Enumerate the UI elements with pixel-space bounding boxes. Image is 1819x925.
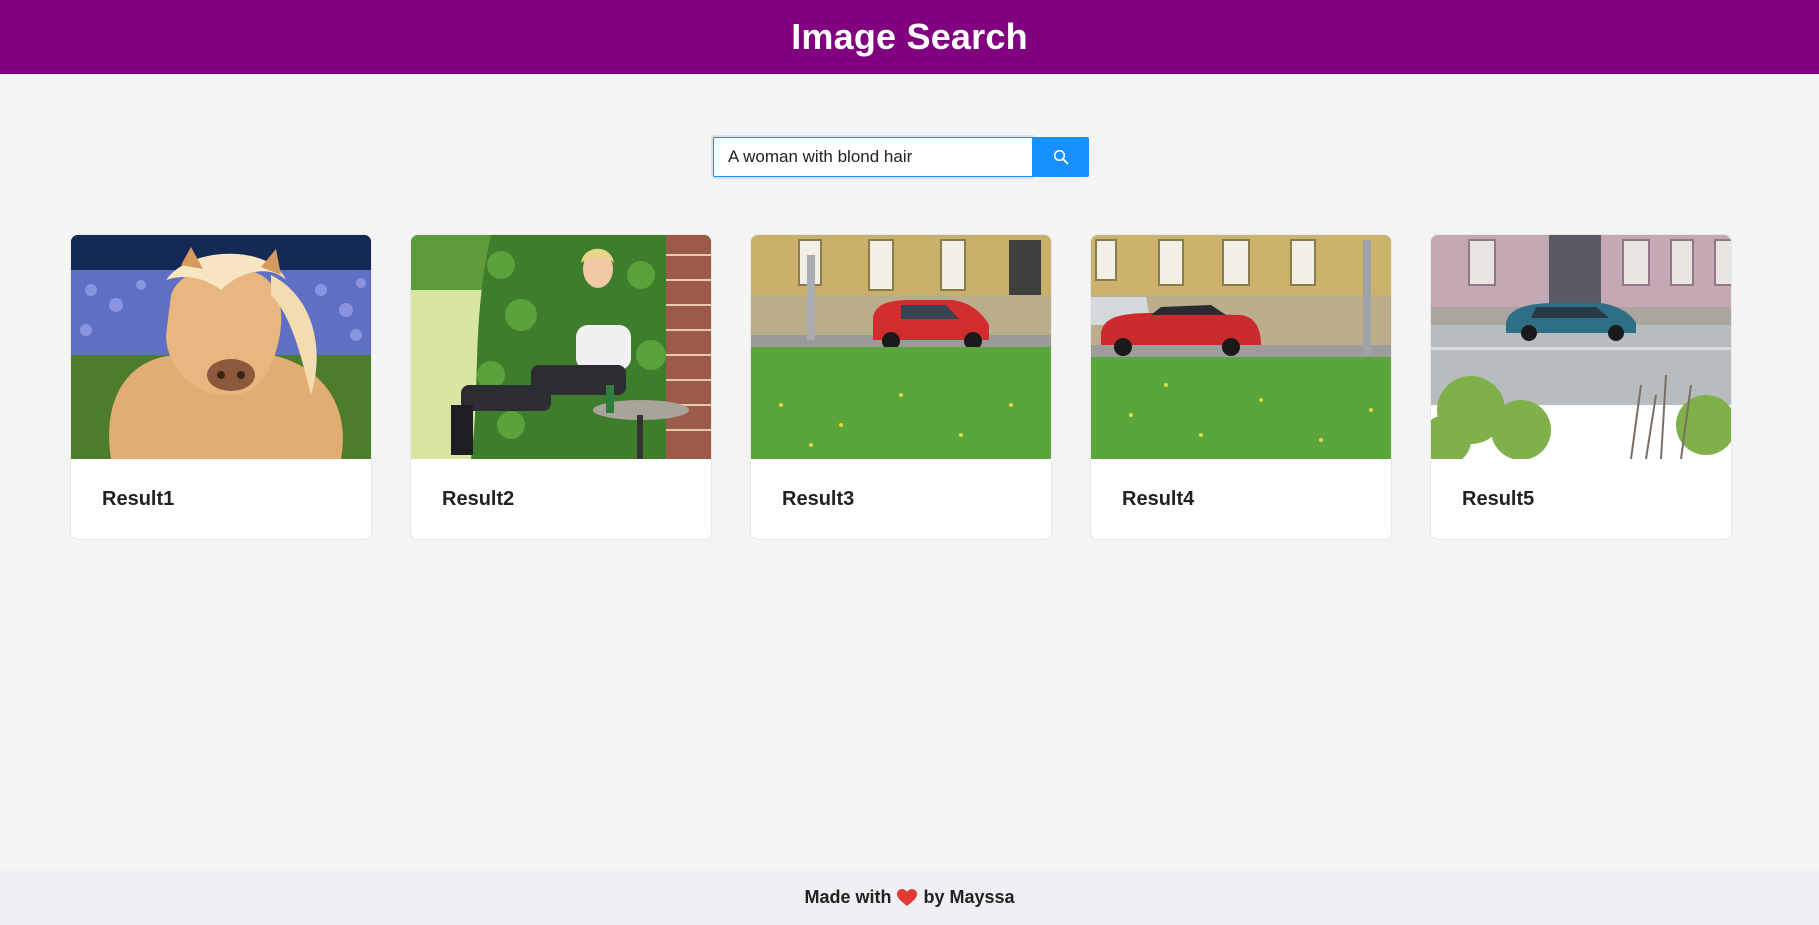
result-card[interactable]: Result4 (1090, 234, 1392, 540)
result-card[interactable]: Result3 (750, 234, 1052, 540)
result-image-red-car[interactable] (751, 235, 1052, 459)
heart-icon (897, 888, 918, 906)
search-bar (713, 137, 1089, 177)
result-card[interactable]: Result2 (410, 234, 712, 540)
result-title: Result2 (442, 488, 515, 510)
search-button[interactable] (1032, 137, 1089, 177)
page-title: Image Search (791, 16, 1028, 57)
search-input[interactable] (713, 137, 1032, 177)
result-title: Result3 (782, 488, 855, 510)
result-card[interactable]: Result5 (1430, 234, 1732, 540)
footer-prefix: Made with (804, 887, 892, 907)
result-image-woman[interactable] (411, 235, 712, 459)
search-icon (1053, 149, 1068, 165)
result-title: Result1 (102, 488, 175, 510)
app-header: Image Search (0, 0, 1819, 74)
result-title: Result5 (1462, 488, 1535, 510)
result-image-teal-sedan[interactable] (1431, 235, 1732, 459)
result-title: Result4 (1122, 488, 1195, 510)
result-card[interactable]: Result1 (70, 234, 372, 540)
result-image-pony[interactable] (71, 235, 372, 459)
result-image-red-convertible[interactable] (1091, 235, 1392, 459)
footer-author: by Mayssa (923, 887, 1015, 907)
footer: Made with by Mayssa (0, 870, 1819, 925)
results-grid: Result1 Result2 Result3 Result4 Result5 (70, 234, 1732, 540)
